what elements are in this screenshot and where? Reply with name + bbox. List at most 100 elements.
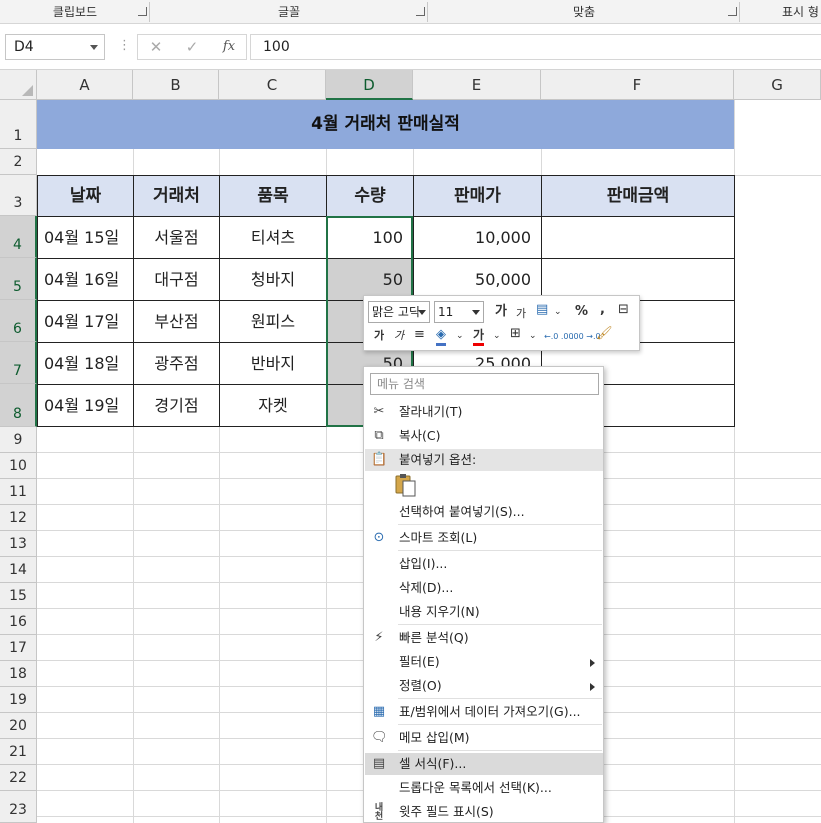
chevron-down-icon[interactable]	[90, 45, 98, 50]
dialog-launcher-icon[interactable]	[728, 7, 737, 16]
row-header[interactable]: 17	[0, 635, 37, 661]
row-header[interactable]: 18	[0, 661, 37, 687]
menu-item-paste-special[interactable]: 선택하여 붙여넣기(S)...	[365, 501, 603, 523]
cell-client[interactable]: 경기점	[133, 384, 220, 427]
paste-icon[interactable]	[395, 473, 417, 497]
name-box[interactable]: D4	[5, 34, 105, 60]
header-cell-price[interactable]: 판매가	[413, 175, 542, 217]
sheet-title[interactable]: 4월 거래처 판매실적	[37, 100, 734, 149]
merge-center-icon[interactable]: ⊟	[618, 302, 629, 318]
menu-item-copy[interactable]: ⧉ 복사(C)	[365, 425, 603, 447]
header-cell-item[interactable]: 품목	[219, 175, 327, 217]
row-header[interactable]: 19	[0, 687, 37, 713]
format-painter-icon[interactable]: 🖌	[596, 326, 613, 342]
menu-item-pick-from-dropdown[interactable]: 드롭다운 목록에서 선택(K)...	[365, 777, 603, 799]
menu-search-input[interactable]: 메뉴 검색	[370, 373, 599, 395]
shrink-font-icon[interactable]: 가	[516, 306, 526, 322]
chevron-down-icon[interactable]: ⌄	[456, 328, 464, 344]
cell-client[interactable]: 부산점	[133, 300, 220, 343]
chevron-down-icon[interactable]: ⌄	[493, 328, 501, 344]
menu-item-insert-comment[interactable]: 🗨 메모 삽입(M)	[365, 727, 603, 749]
fill-color-icon[interactable]: ◈	[436, 327, 446, 346]
chevron-down-icon[interactable]	[418, 310, 426, 315]
cell-quantity[interactable]: 100	[326, 216, 414, 259]
font-size-box[interactable]: 11	[434, 301, 484, 323]
column-header-g[interactable]: G	[734, 70, 821, 100]
menu-item-delete[interactable]: 삭제(D)...	[365, 577, 603, 599]
header-cell-quantity[interactable]: 수량	[326, 175, 414, 217]
column-header-c[interactable]: C	[219, 70, 326, 100]
menu-item-format-cells[interactable]: ▤ 셀 서식(F)...	[365, 753, 603, 775]
row-header[interactable]: 12	[0, 505, 37, 531]
menu-item-clear-contents[interactable]: 내용 지우기(N)	[365, 601, 603, 623]
bold-button[interactable]: 가	[374, 328, 384, 344]
row-header[interactable]: 5	[0, 258, 37, 300]
row-header[interactable]: 14	[0, 557, 37, 583]
increase-decimal-icon[interactable]: ←.0 .00	[544, 329, 574, 345]
drag-handle-icon[interactable]: ⋮	[118, 38, 131, 53]
menu-item-cut[interactable]: ✂ 잘라내기(T)	[365, 401, 603, 423]
row-header[interactable]: 6	[0, 300, 37, 342]
menu-item-show-phonetic[interactable]: 내천 윗주 필드 표시(S)	[365, 801, 603, 823]
row-header[interactable]: 15	[0, 583, 37, 609]
align-center-icon[interactable]: ≡	[414, 327, 425, 343]
row-header[interactable]: 7	[0, 342, 37, 384]
chevron-down-icon[interactable]: ⌄	[529, 328, 537, 344]
cell-item[interactable]: 원피스	[219, 300, 327, 343]
cell-item[interactable]: 반바지	[219, 342, 327, 385]
font-name-box[interactable]: 맑은 고딕	[368, 301, 430, 323]
cell-date[interactable]: 04월 18일	[37, 342, 134, 385]
menu-item-get-data[interactable]: ▦ 표/범위에서 데이터 가져오기(G)...	[365, 701, 603, 723]
menu-item-insert[interactable]: 삽입(I)...	[365, 553, 603, 575]
row-header[interactable]: 2	[0, 149, 37, 175]
cell-date[interactable]: 04월 16일	[37, 258, 134, 301]
chevron-down-icon[interactable]: ⌄	[554, 304, 562, 320]
row-header[interactable]: 4	[0, 216, 37, 258]
row-header[interactable]: 10	[0, 453, 37, 479]
grow-font-icon[interactable]: 가	[495, 304, 507, 320]
column-header-d[interactable]: D	[326, 70, 413, 100]
chevron-down-icon[interactable]	[472, 310, 480, 315]
column-header-a[interactable]: A	[37, 70, 133, 100]
font-color-icon[interactable]: 가	[473, 327, 485, 346]
menu-item-smart-lookup[interactable]: ⊙ 스마트 조회(L)	[365, 527, 603, 549]
cell-date[interactable]: 04월 17일	[37, 300, 134, 343]
header-cell-client[interactable]: 거래처	[133, 175, 220, 217]
row-header[interactable]: 23	[0, 791, 37, 823]
cancel-icon[interactable]: ✕	[146, 35, 166, 59]
italic-button[interactable]: 가	[394, 328, 404, 344]
column-header-e[interactable]: E	[413, 70, 541, 100]
menu-item-sort[interactable]: 정렬(O)	[365, 675, 603, 697]
row-header[interactable]: 8	[0, 384, 37, 427]
row-header[interactable]: 9	[0, 427, 37, 453]
row-header[interactable]: 22	[0, 765, 37, 791]
cell-price[interactable]: 10,000	[413, 216, 542, 259]
column-header-b[interactable]: B	[133, 70, 219, 100]
row-header[interactable]: 11	[0, 479, 37, 505]
cell-client[interactable]: 서울점	[133, 216, 220, 259]
dialog-launcher-icon[interactable]	[416, 7, 425, 16]
enter-icon[interactable]: ✓	[182, 35, 202, 59]
comma-style-button[interactable]: ,	[600, 302, 605, 318]
row-header[interactable]: 1	[0, 100, 37, 149]
row-header[interactable]: 21	[0, 739, 37, 765]
cell-date[interactable]: 04월 15일	[37, 216, 134, 259]
percent-style-button[interactable]: %	[575, 304, 588, 320]
number-format-icon[interactable]: ▤	[536, 302, 548, 318]
insert-function-button[interactable]: fx	[218, 35, 240, 59]
row-header[interactable]: 20	[0, 713, 37, 739]
cell-item[interactable]: 자켓	[219, 384, 327, 427]
row-header[interactable]: 13	[0, 531, 37, 557]
dialog-launcher-icon[interactable]	[138, 7, 147, 16]
row-header[interactable]: 3	[0, 175, 37, 216]
formula-input[interactable]: 100	[250, 34, 821, 60]
header-cell-date[interactable]: 날짜	[37, 175, 134, 217]
select-all-button[interactable]	[0, 70, 37, 100]
menu-item-quick-analysis[interactable]: ⚡ 빠른 분석(Q)	[365, 627, 603, 649]
row-header[interactable]: 16	[0, 609, 37, 635]
cell-date[interactable]: 04월 19일	[37, 384, 134, 427]
cell-item[interactable]: 청바지	[219, 258, 327, 301]
cell-client[interactable]: 광주점	[133, 342, 220, 385]
header-cell-amount[interactable]: 판매금액	[541, 175, 735, 217]
cell-amount[interactable]	[541, 216, 735, 259]
